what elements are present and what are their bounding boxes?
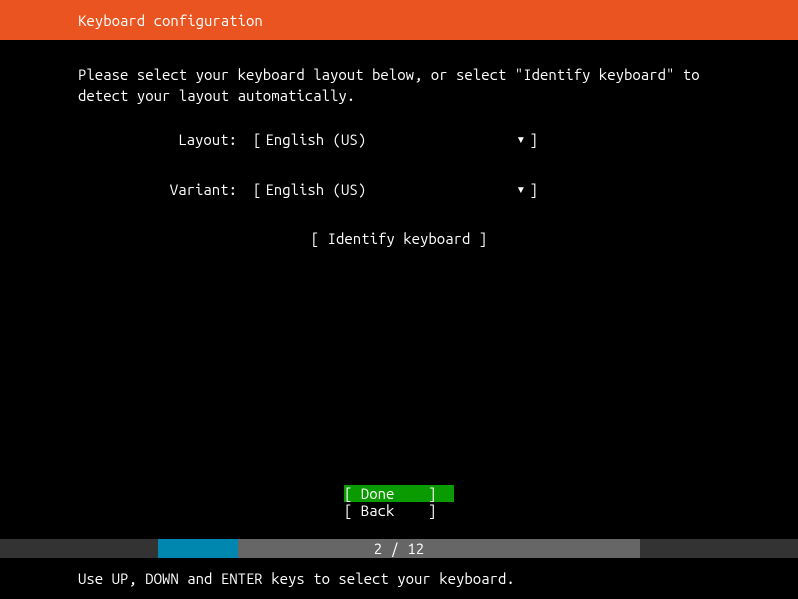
progress-bar: 2 / 12 <box>0 539 798 558</box>
instruction-text: Please select your keyboard layout below… <box>78 64 720 106</box>
header-bar: Keyboard configuration <box>0 0 798 40</box>
help-text: Use UP, DOWN and ENTER keys to select yo… <box>78 570 515 587</box>
variant-field-row: Variant: [ English (US) ▾ ] <box>78 180 720 198</box>
layout-value: English (US) <box>261 131 516 148</box>
layout-select[interactable]: [ English (US) ▾ ] <box>253 130 538 148</box>
identify-label: Identify keyboard <box>328 230 471 247</box>
done-button[interactable]: [ Donexxxx] <box>344 485 454 502</box>
variant-value: English (US) <box>261 181 516 198</box>
page-title: Keyboard configuration <box>78 12 263 29</box>
identify-keyboard-button[interactable]: [ Identify keyboard ] <box>311 230 487 247</box>
layout-label: Layout: <box>78 131 253 148</box>
main-content: Please select your keyboard layout below… <box>0 40 798 247</box>
dropdown-arrow-icon: ▾ <box>516 180 529 198</box>
layout-field-row: Layout: [ English (US) ▾ ] <box>78 130 720 148</box>
progress-text: 2 / 12 <box>374 540 424 557</box>
bracket-open: [ <box>253 181 261 198</box>
bracket-close: ] <box>529 181 537 198</box>
variant-select[interactable]: [ English (US) ▾ ] <box>253 180 538 198</box>
bracket-open: [ <box>253 131 261 148</box>
progress-fill <box>158 539 238 558</box>
variant-label: Variant: <box>78 181 253 198</box>
back-button[interactable]: [ Backxxxx] <box>344 502 454 519</box>
bracket-close: ] <box>529 131 537 148</box>
action-buttons: [ Donexxxx] [ Backxxxx] <box>0 485 798 519</box>
identify-row: [ Identify keyboard ] <box>78 230 720 247</box>
dropdown-arrow-icon: ▾ <box>516 130 529 148</box>
